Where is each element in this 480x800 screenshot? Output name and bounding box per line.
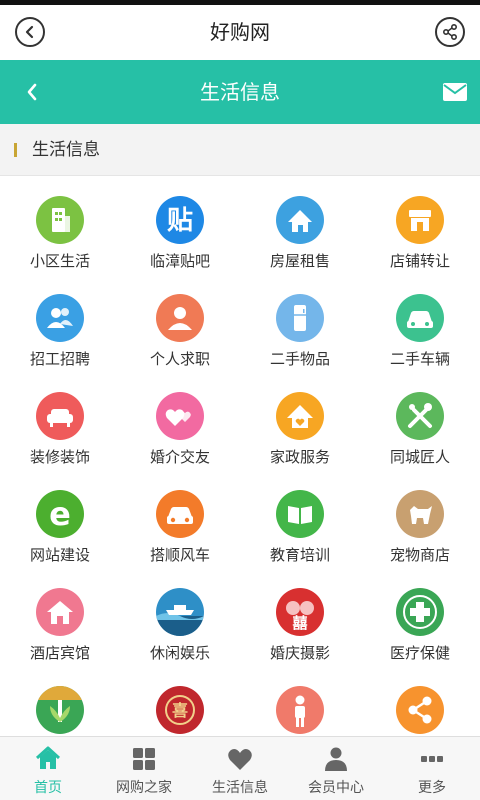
hearts-icon [156, 392, 204, 440]
section-title: 生活信息 [32, 140, 100, 160]
page-header: 生活信息 [0, 60, 480, 124]
category-label: 搭顺风车 [149, 546, 210, 564]
category-item[interactable]: 休闲娱乐 [120, 568, 240, 666]
user-icon [325, 747, 347, 771]
category-item[interactable]: 装修装饰 [0, 372, 120, 470]
category-grid: 小区生活贴临漳贴吧 房屋租售 店铺转让 招工招聘 个人求职 二手物品 二手车辆 装修装饰 婚介交… [0, 176, 480, 736]
wheat-icon [36, 686, 84, 734]
category-item[interactable]: 店铺转让 [360, 176, 480, 274]
page-title: 生活信息 [200, 80, 280, 104]
heart-icon [228, 749, 252, 770]
svg-text:e: e [49, 495, 71, 533]
category-label: 教育培训 [269, 546, 330, 564]
fridge-icon [276, 294, 324, 342]
category-item[interactable]: 二手车辆 [360, 274, 480, 372]
category-label: 二手物品 [269, 350, 330, 368]
category-label: 宠物商店 [389, 546, 450, 564]
category-label: 店铺转让 [389, 252, 450, 270]
carpool-icon [156, 490, 204, 538]
car-icon [396, 294, 444, 342]
category-item[interactable]: 贴临漳贴吧 [120, 176, 240, 274]
category-label: 同城匠人 [389, 448, 450, 466]
category-label: 婚庆摄影 [269, 644, 330, 662]
tab-home[interactable]: 首页 [0, 737, 96, 800]
category-item[interactable] [360, 666, 480, 736]
category-item[interactable]: 医疗保健 [360, 568, 480, 666]
section-header: 生活信息 [0, 124, 480, 176]
category-item[interactable]: 家政服务 [240, 372, 360, 470]
mail-icon[interactable] [442, 82, 468, 102]
tab-user[interactable]: 会员中心 [288, 737, 384, 800]
category-item[interactable]: 囍婚庆摄影 [240, 568, 360, 666]
category-item[interactable]: 房屋租售 [240, 176, 360, 274]
bottom-tab-bar: 首页 网购之家 生活信息 会员中心 更多 [0, 736, 480, 800]
wedding-icon: 囍 [276, 588, 324, 636]
tab-more[interactable]: 更多 [384, 737, 480, 800]
people-icon [36, 294, 84, 342]
category-label: 婚介交友 [149, 448, 210, 466]
tab-label: 生活信息 [212, 780, 268, 796]
svg-text:囍: 囍 [292, 614, 307, 632]
category-item[interactable]: 教育培训 [240, 470, 360, 568]
e-logo-icon: e [36, 490, 84, 538]
category-label: 医疗保健 [389, 644, 450, 662]
category-item[interactable]: 个人求职 [120, 274, 240, 372]
tab-label: 会员中心 [308, 780, 364, 796]
emblem-icon: 喜 [156, 686, 204, 734]
app-bar: 好购网 [0, 5, 480, 60]
app-title: 好购网 [210, 20, 270, 44]
leisure-icon [156, 588, 204, 636]
category-item[interactable]: 招工招聘 [0, 274, 120, 372]
share-icon [396, 686, 444, 734]
category-label: 临漳贴吧 [149, 252, 210, 270]
sofa-icon [36, 392, 84, 440]
house-icon [276, 196, 324, 244]
category-label: 休闲娱乐 [149, 644, 210, 662]
standing-person-icon [276, 686, 324, 734]
medical-cross-icon [396, 588, 444, 636]
category-label: 房屋租售 [269, 252, 330, 270]
grid-icon [133, 748, 155, 770]
category-item[interactable] [240, 666, 360, 736]
tab-label: 网购之家 [116, 780, 172, 796]
category-item[interactable]: 搭顺风车 [120, 470, 240, 568]
category-item[interactable]: 二手物品 [240, 274, 360, 372]
home-icon [35, 746, 61, 769]
tools-icon [396, 392, 444, 440]
category-label: 家政服务 [269, 448, 330, 466]
tab-grid[interactable]: 网购之家 [96, 737, 192, 800]
book-icon [276, 490, 324, 538]
svg-text:喜: 喜 [172, 701, 188, 720]
building-icon [36, 196, 84, 244]
category-label: 小区生活 [29, 252, 90, 270]
tab-heart[interactable]: 生活信息 [192, 737, 288, 800]
svg-text:贴: 贴 [167, 206, 193, 236]
category-item[interactable]: 喜 [120, 666, 240, 736]
category-item[interactable]: 同城匠人 [360, 372, 480, 470]
category-item[interactable]: 宠物商店 [360, 470, 480, 568]
category-item[interactable]: 小区生活 [0, 176, 120, 274]
category-label: 酒店宾馆 [29, 644, 90, 662]
person-icon [156, 294, 204, 342]
tab-label: 更多 [418, 780, 446, 796]
category-label: 装修装饰 [29, 448, 90, 466]
share-button[interactable] [435, 17, 465, 47]
hotel-icon [36, 588, 84, 636]
category-item[interactable]: 婚介交友 [120, 372, 240, 470]
tie-character-icon: 贴 [156, 196, 204, 244]
category-label: 二手车辆 [389, 350, 450, 368]
more-icon [421, 756, 443, 762]
category-item[interactable]: e 网站建设 [0, 470, 120, 568]
section-accent-bar [14, 143, 17, 157]
category-item[interactable]: 酒店宾馆 [0, 568, 120, 666]
category-label: 网站建设 [29, 546, 90, 564]
share-icon [442, 24, 457, 40]
dog-icon [396, 490, 444, 538]
home-service-icon [276, 392, 324, 440]
shop-icon [396, 196, 444, 244]
category-label: 招工招聘 [29, 350, 90, 368]
category-label: 个人求职 [149, 350, 210, 368]
tab-label: 首页 [34, 780, 62, 796]
category-item[interactable] [0, 666, 120, 736]
